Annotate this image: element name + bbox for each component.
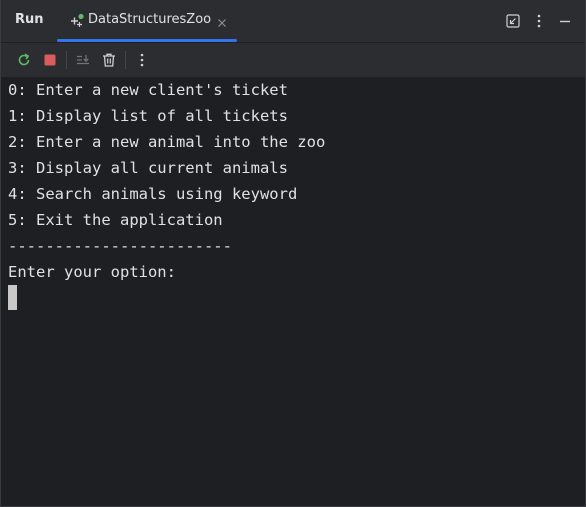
console-line: 3: Display all current animals <box>8 159 288 177</box>
close-icon[interactable] <box>216 14 228 27</box>
clear-all-icon[interactable] <box>100 51 118 69</box>
console-line: 5: Exit the application <box>8 211 223 229</box>
minimize-icon[interactable] <box>556 12 574 30</box>
tab-label: DataStructuresZoo <box>88 12 212 27</box>
more-options-icon[interactable] <box>530 12 548 30</box>
console-separator: ------------------------ <box>8 237 232 255</box>
stop-icon[interactable] <box>41 51 59 69</box>
rerun-icon[interactable] <box>15 51 33 69</box>
console-line: 1: Display list of all tickets <box>8 107 288 125</box>
console-output[interactable]: 0: Enter a new client's ticket 1: Displa… <box>1 77 585 506</box>
toolbar-divider <box>125 51 126 69</box>
run-tool-window: Run DataStructuresZoo 0: Enter a new cli… <box>0 0 586 507</box>
toolbar-divider <box>66 51 67 69</box>
restore-layout-icon[interactable] <box>504 12 522 30</box>
text-caret <box>8 285 17 310</box>
run-toolbar <box>1 43 585 77</box>
more-options-icon[interactable] <box>133 51 151 69</box>
active-tab-indicator <box>57 39 237 42</box>
tab-datastructureszoo[interactable]: DataStructuresZoo <box>57 0 237 42</box>
console-prompt: Enter your option: <box>8 263 176 281</box>
scroll-to-end-icon[interactable] <box>74 51 92 69</box>
run-config-icon <box>69 13 85 29</box>
console-line: 2: Enter a new animal into the zoo <box>8 133 326 151</box>
console-line: 4: Search animals using keyword <box>8 185 298 203</box>
panel-title[interactable]: Run <box>15 12 44 27</box>
tool-window-header: Run DataStructuresZoo <box>1 0 585 43</box>
console-line: 0: Enter a new client's ticket <box>8 81 288 99</box>
